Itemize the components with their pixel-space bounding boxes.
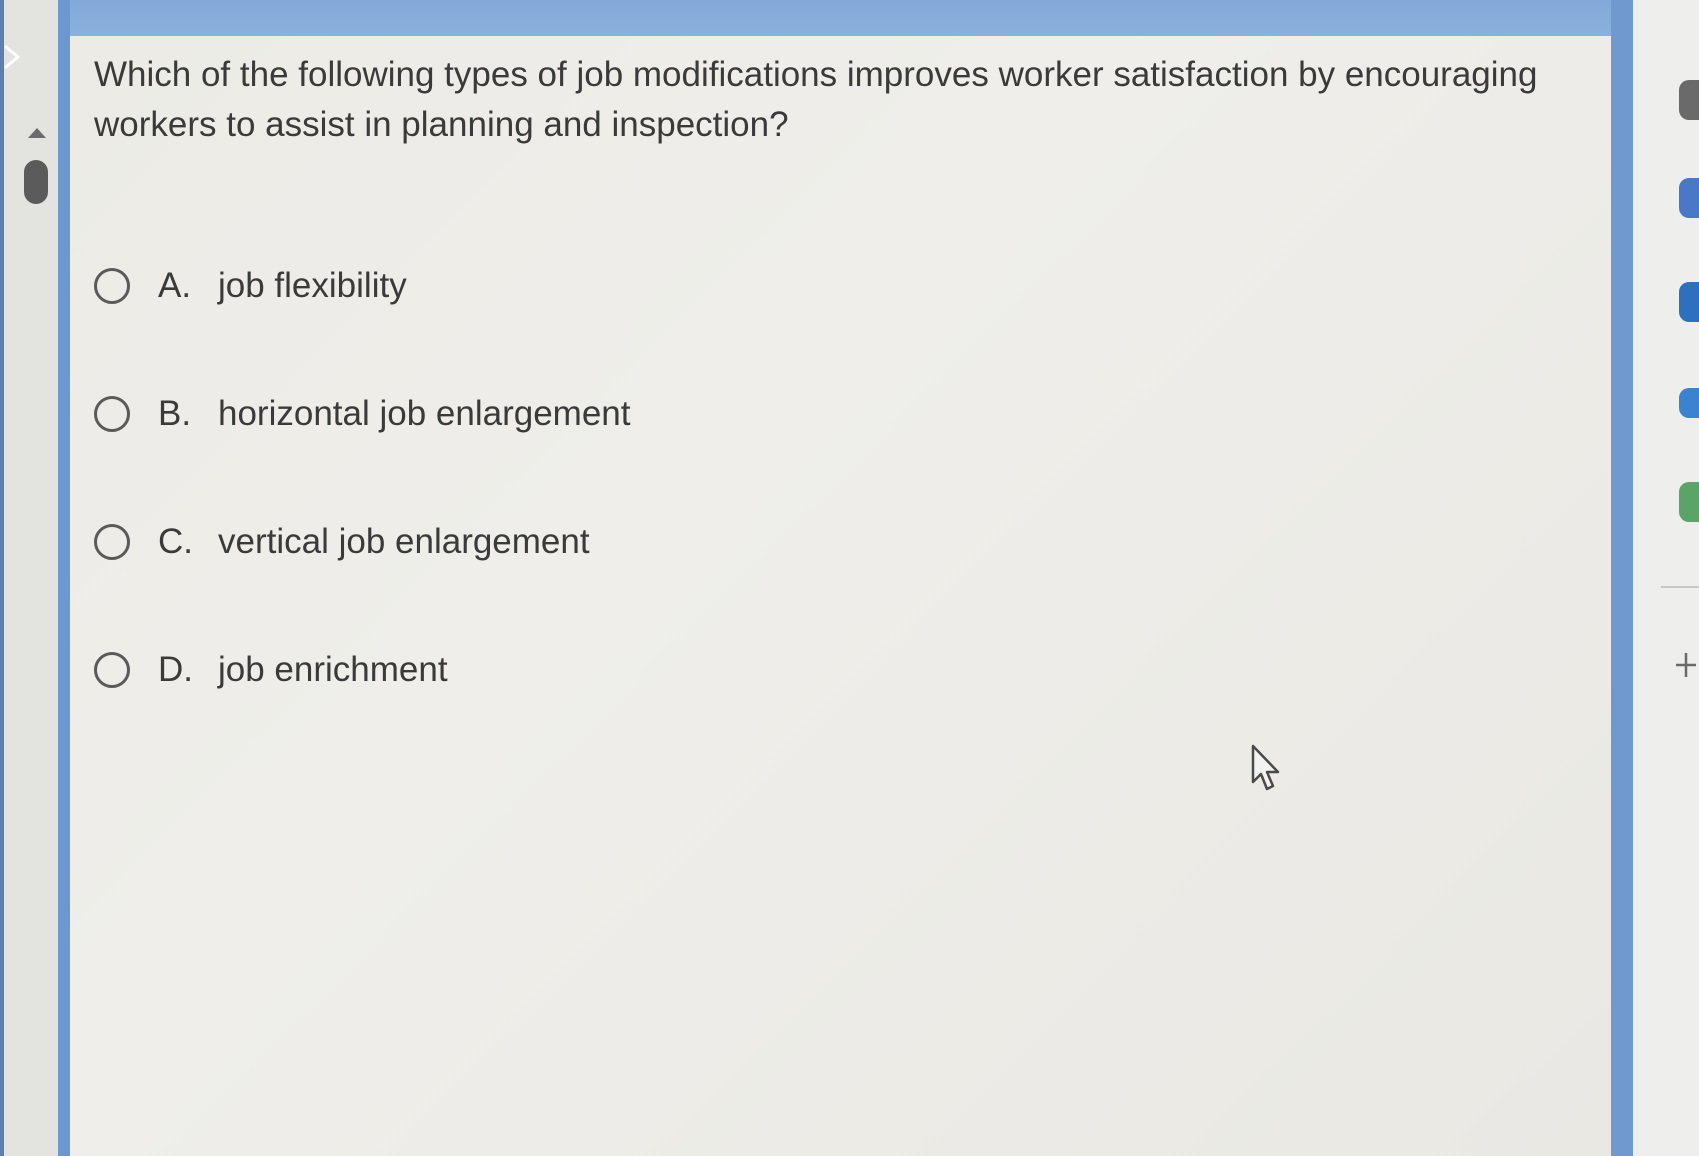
option-d[interactable]: D. job enrichment: [94, 640, 630, 700]
option-a[interactable]: A. job flexibility: [94, 256, 630, 316]
app-icon[interactable]: [1679, 482, 1699, 522]
option-label: job enrichment: [218, 650, 448, 689]
app-icon[interactable]: [1679, 80, 1699, 120]
radio-button-a[interactable]: [94, 268, 130, 304]
option-label: job flexibility: [218, 266, 407, 305]
question-text: Which of the following types of job modi…: [94, 55, 1538, 144]
scrollbar-thumb[interactable]: [24, 160, 48, 204]
top-band: [70, 0, 1611, 36]
option-label: vertical job enlargement: [218, 522, 590, 561]
blue-strip: [58, 0, 70, 1156]
app-icon[interactable]: [1679, 388, 1699, 418]
answer-options: A. job flexibility B. horizontal job enl…: [94, 256, 630, 768]
app-icon[interactable]: [1679, 178, 1699, 218]
radio-button-b[interactable]: [94, 396, 130, 432]
right-side-panel: [1633, 0, 1699, 1156]
question-panel: Which of the following types of job modi…: [70, 36, 1611, 1156]
mouse-pointer-icon: [1250, 744, 1284, 794]
app-icon[interactable]: [1679, 282, 1699, 322]
screen: Which of the following types of job modi…: [0, 0, 1699, 1156]
option-label: horizontal job enlargement: [218, 394, 631, 433]
option-c[interactable]: C. vertical job enlargement: [94, 512, 630, 572]
left-rail: [0, 0, 60, 1156]
option-letter: C.: [158, 522, 193, 561]
option-letter: D.: [158, 650, 193, 689]
chevron-right-icon[interactable]: [0, 42, 26, 72]
plus-icon[interactable]: [1673, 648, 1699, 682]
radio-button-d[interactable]: [94, 652, 130, 688]
right-blue-bar: [1611, 0, 1633, 1156]
option-letter: A.: [158, 266, 192, 305]
left-rail-edge: [0, 0, 4, 1156]
option-letter: B.: [158, 394, 192, 433]
radio-button-c[interactable]: [94, 524, 130, 560]
side-divider: [1661, 586, 1699, 588]
option-b[interactable]: B. horizontal job enlargement: [94, 384, 630, 444]
triangle-up-icon[interactable]: [24, 124, 50, 142]
